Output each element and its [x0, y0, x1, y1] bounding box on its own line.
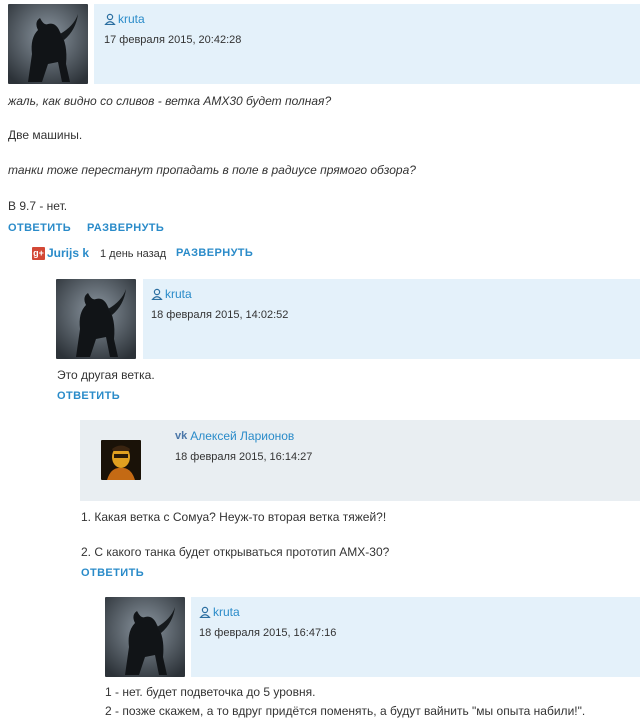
cat-avatar-image — [8, 4, 88, 84]
comment-text: Это другая ветка. — [57, 368, 155, 382]
comment-date: 18 февраля 2015, 16:14:27 — [175, 451, 313, 463]
masked-figure-avatar-image — [101, 440, 141, 480]
cat-avatar-image — [105, 597, 185, 677]
comment-header — [80, 420, 640, 501]
user-icon — [199, 606, 211, 618]
author-name[interactable]: kruta — [151, 287, 192, 301]
avatar[interactable] — [56, 279, 136, 359]
comment-text: 2 - позже скажем, а то вдруг придётся по… — [105, 704, 586, 718]
reply-button[interactable]: ОТВЕТИТЬ — [8, 222, 71, 234]
comment-text: Две машины. — [8, 128, 83, 142]
comment-text: жаль, как видно со сливов - ветка AMX30 … — [8, 94, 332, 108]
author-name[interactable]: vk Алексей Ларионов — [175, 429, 294, 443]
comment-date: 18 февраля 2015, 16:47:16 — [199, 627, 337, 639]
reply-button[interactable]: ОТВЕТИТЬ — [81, 567, 144, 579]
user-icon — [151, 288, 163, 300]
comment-text: 2. С какого танка будет открываться прот… — [81, 545, 390, 559]
reply-button[interactable]: ОТВЕТИТЬ — [57, 390, 120, 402]
author-name[interactable]: kruta — [199, 605, 240, 619]
author-name[interactable]: Jurijs k — [47, 246, 89, 260]
comment-text: В 9.7 - нет. — [8, 199, 68, 213]
expand-button[interactable]: РАЗВЕРНУТЬ — [87, 222, 164, 234]
vk-icon: vk — [175, 430, 188, 442]
comment-text: танки тоже перестанут пропадать в поле в… — [8, 163, 416, 177]
author-name[interactable]: kruta — [104, 12, 145, 26]
avatar[interactable] — [8, 4, 88, 84]
google-plus-icon: g+ — [32, 247, 45, 260]
avatar[interactable] — [101, 440, 141, 480]
comment-text: 1 - нет. будет подветочка до 5 уровня. — [105, 685, 316, 699]
comment-text: 1. Какая ветка с Сомуа? Неуж-то вторая в… — [81, 510, 387, 524]
expand-button[interactable]: РАЗВЕРНУТЬ — [176, 247, 253, 259]
user-icon — [104, 13, 116, 25]
cat-avatar-image — [56, 279, 136, 359]
time-ago: 1 день назад — [100, 248, 167, 260]
avatar[interactable] — [105, 597, 185, 677]
comment-date: 17 февраля 2015, 20:42:28 — [104, 34, 242, 46]
comment-date: 18 февраля 2015, 14:02:52 — [151, 309, 289, 321]
